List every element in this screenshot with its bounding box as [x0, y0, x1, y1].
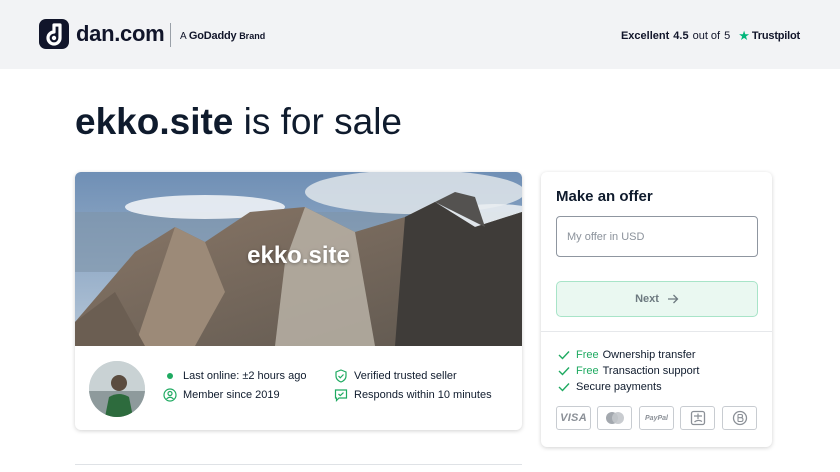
arrow-right-icon [667, 294, 679, 304]
member-since: Member since 2019 [163, 388, 280, 402]
shield-check-icon [334, 369, 348, 383]
title-domain: ekko.site [75, 101, 234, 142]
mastercard-icon [597, 406, 632, 430]
header-divider [170, 23, 171, 47]
response-time: Responds within 10 minutes [334, 388, 492, 402]
check-icon [558, 350, 570, 360]
alipay-icon [680, 406, 715, 430]
feature-transaction-support: Free Transaction support [558, 365, 699, 377]
visa-label: VISA [560, 412, 587, 424]
hero-domain-text: ekko.site [247, 242, 350, 269]
chat-check-icon [334, 388, 348, 402]
feature-free-tag: Free [576, 349, 599, 361]
seller-avatar [89, 361, 145, 417]
listing-card: ekko.site Last online: ±2 hours ago Memb… [75, 172, 522, 430]
user-circle-icon [163, 388, 177, 402]
rating-max: 5 [724, 30, 731, 42]
offer-amount-input[interactable] [556, 216, 758, 257]
response-time-text: Responds within 10 minutes [354, 389, 492, 401]
page-title: ekko.site is for sale [75, 101, 402, 143]
feature-ownership-transfer: Free Ownership transfer [558, 349, 696, 361]
dan-logo-icon[interactable] [39, 19, 69, 49]
section-divider [75, 464, 522, 465]
last-online: Last online: ±2 hours ago [163, 369, 306, 383]
verified-text: Verified trusted seller [354, 370, 457, 382]
trustpilot-name: Trustpilot [751, 30, 800, 42]
feature-text: Transaction support [602, 365, 700, 377]
feature-text: Ownership transfer [602, 349, 696, 361]
feature-free-tag: Free [576, 365, 599, 377]
offer-card: Make an offer Next Free Ownership transf… [541, 172, 772, 447]
paypal-label: PayPal [645, 414, 668, 422]
bitcoin-icon [722, 406, 757, 430]
rating-value: 4.5 [673, 30, 689, 42]
next-button[interactable]: Next [556, 281, 758, 317]
next-label: Next [635, 293, 659, 305]
feature-secure-payments: Secure payments [558, 381, 662, 393]
rating-mid: out of [692, 30, 721, 42]
check-icon [558, 366, 570, 376]
offer-divider [541, 331, 772, 332]
member-since-text: Member since 2019 [183, 389, 280, 401]
hero-image: ekko.site [75, 172, 522, 346]
title-suffix: is for sale [233, 101, 402, 142]
visa-icon: VISA [556, 406, 591, 430]
brand-suffix: Brand [239, 31, 266, 41]
godaddy-brand: A GoDaddy Brand [180, 30, 265, 42]
trustpilot-star-icon: ★ [738, 28, 750, 43]
verified-seller: Verified trusted seller [334, 369, 457, 383]
check-icon [558, 382, 570, 392]
logo-text[interactable]: dan.com [76, 21, 165, 47]
rating-label: Excellent [620, 30, 670, 42]
site-header: dan.com A GoDaddy Brand Excellent 4.5 ou… [0, 0, 840, 69]
last-online-text: Last online: ±2 hours ago [183, 370, 307, 382]
offer-title: Make an offer [556, 188, 653, 205]
trustpilot-rating[interactable]: Excellent 4.5 out of 5 ★ Trustpilot [621, 28, 800, 44]
brand-prefix: A [180, 31, 187, 42]
online-dot-icon [163, 369, 177, 383]
feature-text: Secure payments [576, 381, 662, 393]
brand-name: GoDaddy [188, 30, 237, 42]
paypal-icon: PayPal [639, 406, 674, 430]
